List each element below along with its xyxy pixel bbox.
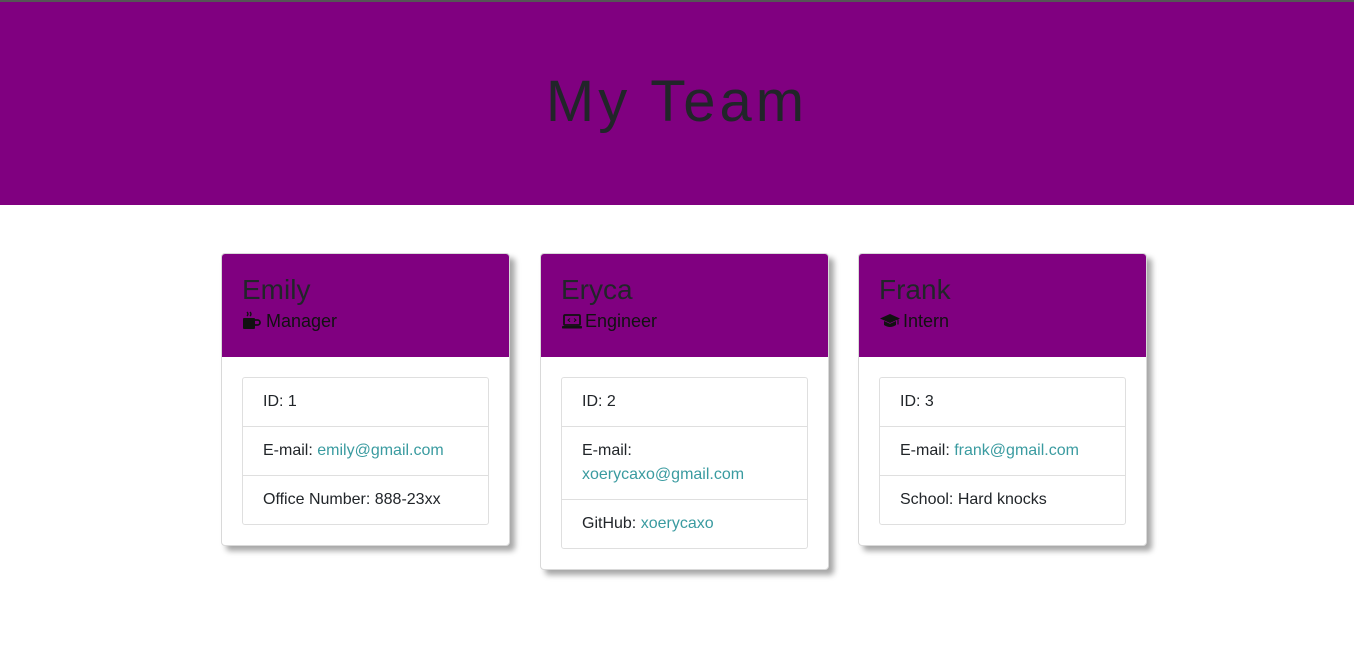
role-label: Intern (903, 311, 950, 331)
employee-name: Eryca (561, 274, 633, 305)
employee-name: Frank (879, 274, 951, 305)
office-number-row: Office Number: 888-23xx (243, 476, 488, 524)
team-cards: Emily Manager ID: 1 E-mail: emily@gmail.… (0, 205, 1354, 662)
email-link[interactable]: frank@gmail.com (954, 442, 1079, 459)
page-header: My Team (0, 2, 1354, 205)
office-number-value: 888-23xx (374, 491, 441, 508)
card-header: Emily Manager (222, 254, 509, 357)
employee-role: Manager (242, 309, 489, 333)
school-value: Hard knocks (957, 491, 1047, 508)
role-label: Engineer (585, 311, 658, 331)
github-label: GitHub: (582, 515, 641, 532)
card-body: ID: 2 E-mail: xoerycaxo@gmail.com GitHub… (541, 357, 828, 569)
email-link[interactable]: emily@gmail.com (317, 442, 443, 459)
card-body: ID: 1 E-mail: emily@gmail.com Office Num… (222, 357, 509, 545)
employee-card-frank: Frank Intern ID: 3 E-mail: frank@gmail.c… (858, 253, 1147, 546)
school-row: School: Hard knocks (880, 476, 1125, 524)
email-link[interactable]: xoerycaxo@gmail.com (582, 466, 744, 483)
github-row: GitHub: xoerycaxo (562, 500, 807, 548)
employee-details: ID: 2 E-mail: xoerycaxo@gmail.com GitHub… (561, 377, 808, 549)
mug-icon (242, 311, 264, 331)
card-header: Frank Intern (859, 254, 1146, 357)
employee-role: Engineer (561, 309, 808, 333)
employee-name: Emily (242, 274, 311, 305)
employee-card-eryca: Eryca Engineer ID: 2 E-mail: xoerycaxo@g… (540, 253, 829, 570)
email-label: E-mail: (900, 442, 955, 459)
employee-details: ID: 3 E-mail: frank@gmail.com School: Ha… (879, 377, 1126, 525)
email-label: E-mail: (582, 442, 632, 459)
employee-card-emily: Emily Manager ID: 1 E-mail: emily@gmail.… (221, 253, 510, 546)
laptop-icon (561, 311, 583, 331)
github-link[interactable]: xoerycaxo (641, 515, 714, 532)
employee-email-row: E-mail: frank@gmail.com (880, 427, 1125, 476)
employee-email-row: E-mail: emily@gmail.com (243, 427, 488, 476)
employee-role: Intern (879, 309, 1126, 333)
role-label: Manager (266, 311, 338, 331)
graduation-cap-icon (879, 311, 901, 331)
employee-id: ID: 1 (243, 378, 488, 427)
employee-details: ID: 1 E-mail: emily@gmail.com Office Num… (242, 377, 489, 525)
card-body: ID: 3 E-mail: frank@gmail.com School: Ha… (859, 357, 1146, 545)
employee-email-row: E-mail: xoerycaxo@gmail.com (562, 427, 807, 500)
office-number-label: Office Number: (263, 491, 375, 508)
school-label: School: (900, 491, 958, 508)
page-title: My Team (545, 69, 809, 134)
email-label: E-mail: (263, 442, 318, 459)
employee-id: ID: 3 (880, 378, 1125, 427)
employee-id: ID: 2 (562, 378, 807, 427)
card-header: Eryca Engineer (541, 254, 828, 357)
